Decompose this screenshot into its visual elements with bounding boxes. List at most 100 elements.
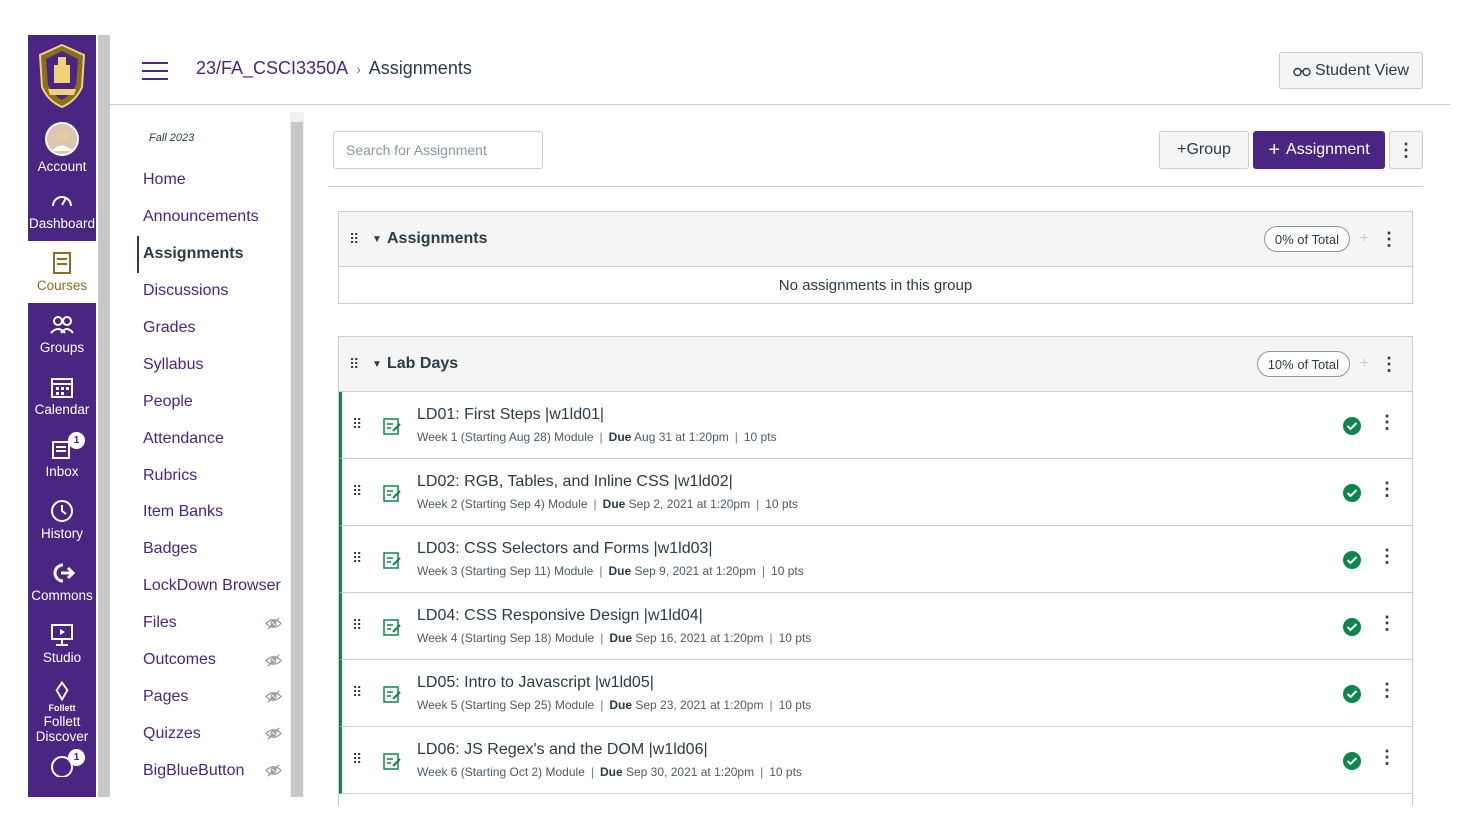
due-date: Aug 31 at 1:20pm [634, 430, 729, 444]
due-date: Sep 23, 2021 at 1:20pm [635, 698, 764, 712]
published-check-icon[interactable] [1342, 550, 1362, 570]
course-nav-syllabus[interactable]: Syllabus [120, 346, 290, 383]
points: 10 pts [743, 430, 777, 444]
published-check-icon[interactable] [1342, 416, 1362, 436]
gn-groups[interactable]: Groups [28, 303, 96, 365]
drag-handle-icon[interactable]: ⠿ [349, 231, 359, 248]
group-kebab-icon[interactable]: ⋮ [1380, 354, 1398, 375]
published-check-icon[interactable] [1342, 617, 1362, 637]
assignment-title[interactable]: LD03: CSS Selectors and Forms |w1ld03| [417, 540, 713, 558]
course-nav-bigbluebutton[interactable]: BigBlueButton [120, 752, 290, 789]
published-check-icon[interactable] [1342, 483, 1362, 503]
course-nav-people[interactable]: People [120, 383, 290, 420]
assignment-module: Week 3 (Starting Sep 11) Module [417, 564, 594, 578]
assignment-row[interactable]: ⠿ LD05: Intro to Javascript |w1ld05| Wee… [339, 660, 1412, 727]
course-nav-scrollbar[interactable] [290, 112, 304, 797]
course-nav-lockdown-browser[interactable]: LockDown Browser [120, 568, 290, 605]
drag-handle-icon[interactable]: ⠿ [352, 684, 362, 701]
course-menu-toggle[interactable] [142, 62, 168, 80]
course-nav-assignments[interactable]: Assignments [137, 235, 290, 273]
drag-handle-icon[interactable]: ⠿ [352, 751, 362, 768]
add-to-group-icon[interactable]: + [1360, 355, 1369, 373]
course-nav-label: Announcements [143, 208, 259, 226]
global-nav-scrollbar[interactable] [98, 35, 110, 797]
course-nav-badges[interactable]: Badges [120, 531, 290, 568]
due-date: Sep 9, 2021 at 1:20pm [634, 564, 756, 578]
course-nav-quizzes[interactable]: Quizzes [120, 715, 290, 752]
student-view-button[interactable]: Student View [1279, 52, 1423, 89]
gn-inbox[interactable]: 1 Inbox [28, 427, 96, 489]
course-nav-files[interactable]: Files [120, 605, 290, 642]
published-check-icon[interactable] [1342, 751, 1362, 771]
published-check-icon[interactable] [1342, 684, 1362, 704]
gn-commons[interactable]: Commons [28, 551, 96, 613]
assignment-row[interactable]: ⠿ LD02: RGB, Tables, and Inline CSS |w1l… [339, 459, 1412, 526]
row-kebab-icon[interactable]: ⋮ [1378, 613, 1396, 634]
assignment-row[interactable]: ⠿ LD01: First Steps |w1ld01| Week 1 (Sta… [339, 392, 1412, 459]
assignment-icon [383, 552, 401, 569]
help-badge: 1 [68, 749, 85, 766]
gn-inbox-label: Inbox [45, 464, 79, 480]
gn-follett-label: Follett Discover [35, 713, 89, 745]
drag-handle-icon[interactable]: ⠿ [352, 550, 362, 567]
group-header[interactable]: ⠿ ▼ Lab Days 10% of Total + ⋮ [339, 337, 1412, 392]
assignment-title[interactable]: LD06: JS Regex's and the DOM |w1ld06| [417, 741, 708, 759]
add-group-button[interactable]: + Group [1159, 131, 1249, 169]
more-options-button[interactable]: ⋮ [1389, 131, 1423, 169]
breadcrumb-current: Assignments [368, 58, 472, 78]
gn-courses[interactable]: Courses [28, 241, 96, 303]
gn-calendar[interactable]: Calendar [28, 365, 96, 427]
course-nav-item-banks[interactable]: Item Banks [120, 494, 290, 531]
drag-handle-icon[interactable]: ⠿ [349, 356, 359, 373]
assignment-title[interactable]: LD05: Intro to Javascript |w1ld05| [417, 674, 654, 692]
assignment-title[interactable]: LD02: RGB, Tables, and Inline CSS |w1ld0… [417, 473, 733, 491]
assignment-icon [383, 418, 401, 435]
course-nav-discussions[interactable]: Discussions [120, 273, 290, 310]
group-header[interactable]: ⠿ ▼ Assignments 0% of Total + ⋮ [339, 212, 1412, 267]
row-kebab-icon[interactable]: ⋮ [1378, 747, 1396, 768]
course-nav-pages[interactable]: Pages [120, 678, 290, 715]
assignment-title[interactable]: LD01: First Steps |w1ld01| [417, 406, 604, 424]
assignments-toolbar: +Group +Assignment ⋮ [333, 131, 1423, 169]
university-logo[interactable] [28, 35, 96, 117]
row-kebab-icon[interactable]: ⋮ [1378, 546, 1396, 567]
assignment-meta: Week 4 (Starting Sep 18) Module | Due Sep … [417, 631, 812, 645]
group-kebab-icon[interactable]: ⋮ [1380, 229, 1398, 250]
course-nav-label: Outcomes [143, 651, 216, 669]
hidden-eye-icon [265, 764, 282, 777]
drag-handle-icon[interactable]: ⠿ [352, 483, 362, 500]
hidden-eye-icon [265, 727, 282, 740]
gn-history[interactable]: History [28, 489, 96, 551]
assignment-row[interactable]: ⠿ LD06: JS Regex's and the DOM |w1ld06| … [339, 727, 1412, 794]
row-kebab-icon[interactable]: ⋮ [1378, 680, 1396, 701]
add-to-group-icon[interactable]: + [1360, 230, 1369, 248]
gn-account[interactable]: Account [28, 117, 96, 179]
row-kebab-icon[interactable]: ⋮ [1378, 412, 1396, 433]
add-assignment-button[interactable]: + Assignment [1253, 131, 1385, 169]
course-nav-announcements[interactable]: Announcements [120, 199, 290, 236]
drag-handle-icon[interactable]: ⠿ [352, 617, 362, 634]
gn-follett-discover[interactable]: Follett Follett Discover [28, 675, 96, 751]
search-input[interactable] [333, 131, 543, 169]
gn-account-label: Account [37, 158, 87, 174]
assignment-module: Week 6 (Starting Oct 2) Module [417, 765, 585, 779]
assignment-row[interactable]: ⠿ LD03: CSS Selectors and Forms |w1ld03|… [339, 526, 1412, 593]
drag-handle-icon[interactable]: ⠿ [352, 416, 362, 433]
gn-dashboard[interactable]: Dashboard [28, 179, 96, 241]
row-kebab-icon[interactable]: ⋮ [1378, 479, 1396, 500]
assignment-icon [383, 686, 401, 703]
assignment-title[interactable]: LD04: CSS Responsive Design |w1ld04| [417, 607, 703, 625]
course-nav-home[interactable]: Home [120, 162, 290, 199]
course-nav-attendance[interactable]: Attendance [120, 420, 290, 457]
course-nav-outcomes[interactable]: Outcomes [120, 642, 290, 679]
course-nav-grades[interactable]: Grades [120, 310, 290, 347]
group-title: Assignments [387, 230, 488, 247]
breadcrumb-course[interactable]: 23/FA_CSCI3350A [196, 58, 348, 79]
caret-down-icon[interactable]: ▼ [372, 359, 382, 370]
gn-studio[interactable]: Studio [28, 613, 96, 675]
assignment-row[interactable]: ⠿ LD04: CSS Responsive Design |w1ld04| W… [339, 593, 1412, 660]
caret-down-icon[interactable]: ▼ [372, 234, 382, 245]
gn-help[interactable]: 1 [28, 749, 96, 781]
course-nav-rubrics[interactable]: Rubrics [120, 457, 290, 494]
due-date: Sep 30, 2021 at 1:20pm [626, 765, 755, 779]
